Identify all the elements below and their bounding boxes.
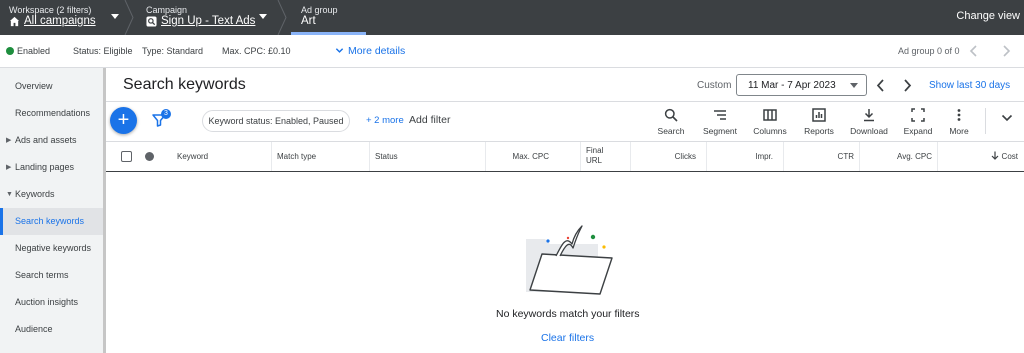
adgroup-label: Ad group: [301, 5, 338, 15]
expand-icon: [911, 108, 925, 122]
segment-tool-button[interactable]: Segment: [692, 106, 748, 138]
workspace-value[interactable]: All campaigns: [9, 15, 96, 27]
sidebar-item-keywords[interactable]: ▼ Keywords: [0, 181, 103, 208]
adgroup-max-cpc: Max. CPC: £0.10: [222, 46, 291, 56]
sidebar-item-audience[interactable]: Audience: [0, 316, 103, 343]
sidebar-item-search-terms[interactable]: Search terms: [0, 262, 103, 289]
next-period-icon[interactable]: [903, 79, 912, 92]
search-campaign-icon: [146, 15, 157, 27]
adgroup-value[interactable]: Art: [301, 15, 316, 27]
chevron-down-icon[interactable]: [1001, 113, 1013, 123]
table-header: Keyword Match type Status Max. CPC Final…: [106, 141, 1024, 172]
add-filter-button[interactable]: Add filter: [409, 114, 450, 126]
breadcrumb-separator-icon: [124, 0, 134, 35]
chevron-down-icon[interactable]: [111, 14, 119, 19]
column-header-clicks[interactable]: Clicks: [630, 142, 701, 171]
select-all-checkbox[interactable]: [121, 151, 132, 162]
empty-folder-illustration: [526, 225, 613, 295]
reports-tool-button[interactable]: Reports: [791, 106, 847, 138]
expand-arrow-icon: ▶: [6, 164, 12, 171]
collapse-arrow-icon: ▼: [6, 191, 13, 198]
enabled-status[interactable]: Enabled: [6, 46, 50, 56]
more-tool-button[interactable]: More: [931, 106, 987, 138]
more-vert-icon: [957, 109, 961, 121]
home-icon: [9, 16, 20, 26]
workspace-label: Workspace (2 filters): [9, 5, 92, 15]
status-column-dot-icon[interactable]: [145, 152, 154, 161]
campaign-label: Campaign: [146, 5, 188, 15]
column-header-match-type[interactable]: Match type: [271, 142, 369, 171]
sidebar-item-ads-and-assets[interactable]: ▶ Ads and assets: [0, 127, 103, 154]
adgroup-count: Ad group 0 of 0: [898, 46, 960, 56]
date-range-type-label: Custom: [697, 80, 732, 91]
segment-icon: [714, 110, 726, 120]
search-tool-button[interactable]: Search: [643, 106, 699, 138]
adgroup-status-row: Enabled Status: Eligible Type: Standard …: [0, 35, 1024, 68]
adgroup-selector[interactable]: Ad group Art: [301, 0, 371, 35]
chevron-down-icon: [335, 48, 344, 53]
show-last-30-days-button[interactable]: Show last 30 days: [929, 80, 1010, 91]
change-view-button[interactable]: Change view: [956, 10, 1020, 22]
chevron-down-icon: [850, 83, 858, 88]
sidebar-item-negative-keywords[interactable]: Negative keywords: [0, 235, 103, 262]
column-header-cost[interactable]: Cost: [937, 142, 1024, 171]
reports-icon: [812, 108, 826, 122]
enabled-dot-icon: [6, 47, 14, 55]
sidebar-item-recommendations[interactable]: Recommendations: [0, 100, 103, 127]
sidebar-item-overview[interactable]: Overview: [0, 73, 103, 100]
toolbar-divider: [985, 108, 986, 134]
workspace-selector[interactable]: Workspace (2 filters) All campaigns: [9, 0, 129, 35]
filter-count-badge: 3: [161, 109, 171, 119]
search-icon: [664, 108, 678, 122]
sidebar: Overview Recommendations ▶ Ads and assets…: [0, 68, 106, 353]
columns-tool-button[interactable]: Columns: [742, 106, 798, 138]
keyword-status-filter-chip[interactable]: Keyword status: Enabled, Paused: [202, 110, 350, 132]
previous-adgroup-icon[interactable]: [969, 45, 978, 57]
column-header-ctr[interactable]: CTR: [783, 142, 859, 171]
column-header-max-cpc[interactable]: Max. CPC: [485, 142, 553, 171]
date-range-picker[interactable]: 11 Mar - 7 Apr 2023: [736, 74, 867, 96]
sidebar-item-search-keywords[interactable]: Search keywords: [0, 208, 103, 235]
more-filters-link[interactable]: + 2 more: [366, 115, 404, 126]
arrow-down-icon: [991, 151, 999, 160]
previous-period-icon[interactable]: [876, 79, 885, 92]
clear-filters-button[interactable]: Clear filters: [541, 332, 594, 344]
sidebar-item-landing-pages[interactable]: ▶ Landing pages: [0, 154, 103, 181]
download-icon: [864, 109, 874, 122]
column-header-final-url[interactable]: Final URL: [580, 142, 630, 171]
page-title: Search keywords: [123, 76, 246, 93]
download-tool-button[interactable]: Download: [841, 106, 897, 138]
column-header-impr[interactable]: Impr.: [706, 142, 778, 171]
plus-icon: +: [117, 109, 130, 131]
campaign-value[interactable]: Sign Up - Text Ads: [146, 15, 255, 27]
add-keyword-button[interactable]: +: [110, 107, 137, 134]
campaign-selector[interactable]: Campaign Sign Up - Text Ads: [146, 0, 276, 35]
adgroup-type: Type: Standard: [142, 46, 204, 56]
column-header-avg-cpc[interactable]: Avg. CPC: [859, 142, 937, 171]
breadcrumb-separator-icon: [277, 0, 287, 35]
sidebar-item-auction-insights[interactable]: Auction insights: [0, 289, 103, 316]
header-divider: [106, 101, 1024, 102]
eligibility-status: Status: Eligible: [73, 46, 133, 56]
empty-state-message: No keywords match your filters: [496, 308, 640, 320]
column-header-status[interactable]: Status: [369, 142, 485, 171]
more-details-button[interactable]: More details: [335, 45, 405, 57]
expand-arrow-icon: ▶: [6, 137, 12, 144]
next-adgroup-icon[interactable]: [1002, 45, 1011, 57]
top-bar: Workspace (2 filters) All campaigns Camp…: [0, 0, 1024, 35]
chevron-down-icon[interactable]: [259, 14, 267, 19]
columns-icon: [763, 109, 777, 121]
column-header-keyword[interactable]: Keyword: [177, 142, 208, 171]
date-range-value: 11 Mar - 7 Apr 2023: [748, 80, 836, 91]
